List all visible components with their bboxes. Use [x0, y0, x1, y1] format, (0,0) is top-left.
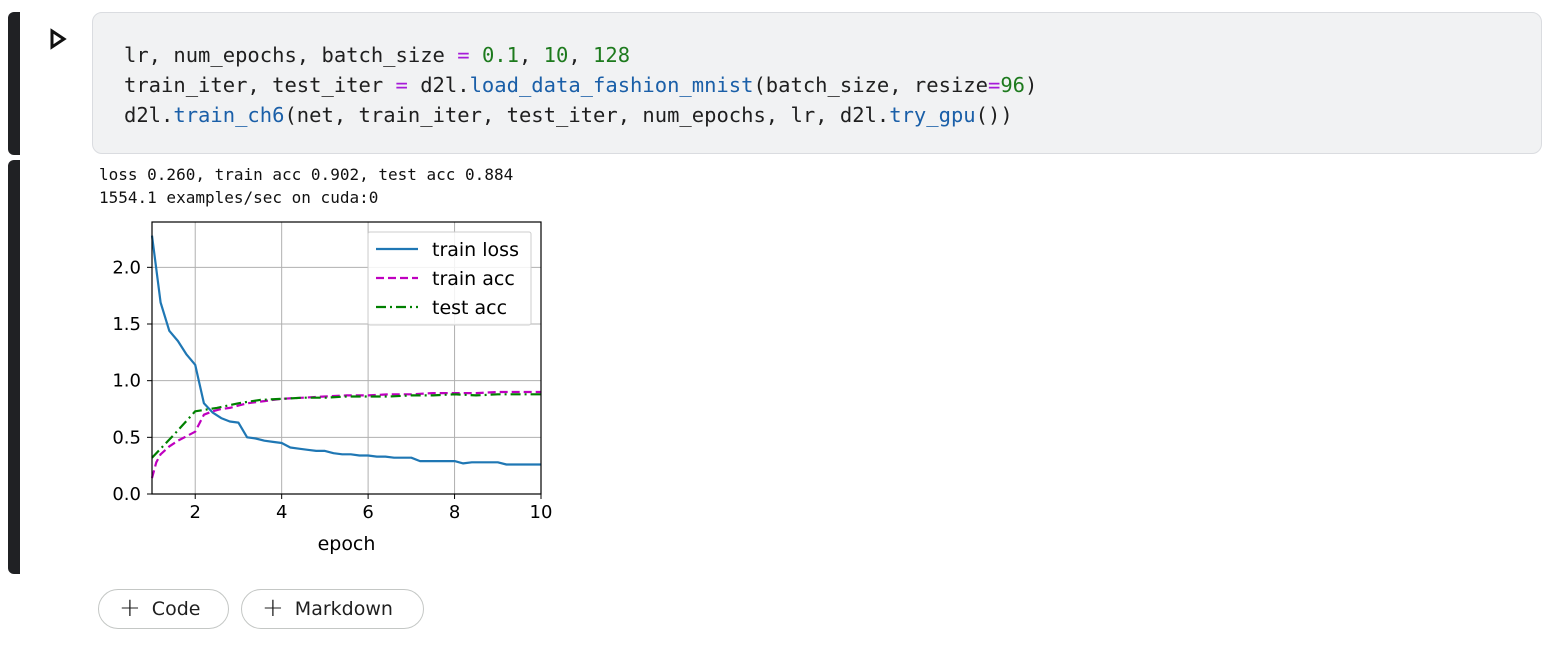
- add-markdown-label: Markdown: [294, 598, 393, 620]
- code-token: train_ch6: [173, 103, 285, 127]
- plus-icon: +: [262, 593, 284, 623]
- output-line-throughput: 1554.1 examples/sec on cuda:0: [99, 188, 379, 207]
- code-token: 0.1: [481, 43, 519, 67]
- code-line: d2l.train_ch6(net, train_iter, test_iter…: [124, 100, 1037, 130]
- series-line-train-acc: [150, 390, 541, 479]
- x-tick-label: 2: [189, 502, 200, 523]
- legend-label: test acc: [432, 297, 507, 319]
- output-cell-indicator: [8, 160, 20, 574]
- code-token: ,: [518, 43, 544, 67]
- code-token: 10: [543, 43, 569, 67]
- play-icon: [50, 28, 67, 50]
- x-tick-label: 6: [362, 502, 373, 523]
- code-token: d2l.: [407, 73, 470, 97]
- training-chart: 2 4 6 8 10 0.0 0.5 1.0 1.5 2.0 epoch train loss trai…: [112, 221, 553, 555]
- code-text[interactable]: lr, num_epochs, batch_size = 0.1, 10, 12…: [124, 40, 1037, 130]
- legend-label: train loss: [432, 239, 519, 261]
- code-token: =: [457, 43, 470, 67]
- code-token: =: [395, 73, 408, 97]
- code-token: 128: [593, 43, 631, 67]
- code-token: ,: [568, 43, 594, 67]
- y-tick-label: 0.5: [112, 427, 141, 448]
- legend-label: train acc: [432, 268, 515, 290]
- x-tick-label: 8: [449, 502, 460, 523]
- output-line-metrics: loss 0.260, train acc 0.902, test acc 0.…: [99, 165, 514, 184]
- code-token: lr, num_epochs, batch_size: [124, 43, 458, 67]
- series-line-test-acc: [151, 393, 541, 459]
- code-token: train_iter, test_iter: [124, 73, 396, 97]
- y-tick-label: 1.0: [112, 371, 141, 392]
- code-token: load_data_fashion_mnist: [469, 73, 754, 97]
- code-token: (net, train_iter, test_iter, num_epochs,…: [284, 103, 890, 127]
- code-token: try_gpu: [889, 103, 976, 127]
- x-tick-label: 4: [276, 502, 287, 523]
- code-token: d2l.: [124, 103, 174, 127]
- y-tick-label: 0.0: [112, 484, 141, 505]
- y-tick-label: 2.0: [112, 257, 141, 278]
- code-line: train_iter, test_iter = d2l.load_data_fa…: [124, 70, 1037, 100]
- add-code-label: Code: [151, 598, 201, 620]
- x-axis-label: epoch: [318, 533, 376, 555]
- run-cell-button[interactable]: [44, 25, 72, 53]
- code-token: 96: [1000, 73, 1025, 97]
- add-code-cell-button[interactable]: + Code: [98, 589, 229, 629]
- add-markdown-cell-button[interactable]: + Markdown: [241, 589, 424, 629]
- y-tick-label: 1.5: [112, 314, 141, 335]
- code-line: lr, num_epochs, batch_size = 0.1, 10, 12…: [124, 40, 1037, 70]
- plus-icon: +: [119, 593, 141, 623]
- code-token: =: [987, 73, 1001, 97]
- code-token: (batch_size, resize: [753, 73, 988, 97]
- code-token: ): [1025, 73, 1038, 97]
- cell-output-text: loss 0.260, train acc 0.902, test acc 0.…: [99, 163, 513, 209]
- x-tick-label: 10: [530, 502, 553, 523]
- code-editor[interactable]: lr, num_epochs, batch_size = 0.1, 10, 12…: [92, 12, 1542, 154]
- code-token: ()): [975, 103, 1013, 127]
- code-cell-indicator: [8, 12, 20, 155]
